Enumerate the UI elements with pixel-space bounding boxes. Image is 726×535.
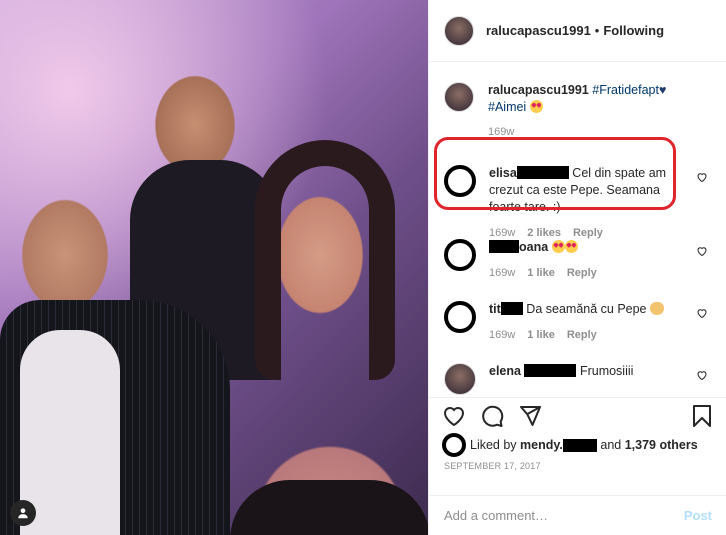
comment-time[interactable]: 169w	[489, 227, 515, 239]
liked-by-label: Liked by	[470, 438, 517, 452]
commenter-username[interactable]: elena	[489, 364, 521, 378]
heart-eyes-emoji-icon	[551, 240, 565, 253]
hashtag-link[interactable]: #Fratidefapt	[592, 83, 659, 97]
photo-shirt	[20, 330, 120, 535]
share-paper-plane-icon[interactable]	[518, 404, 542, 428]
comments-list[interactable]: ralucapascu1991 #Fratidefapt♥ #Aimei 169…	[429, 62, 726, 397]
bookmark-save-icon[interactable]	[690, 404, 714, 428]
post-side-panel: ralucapascu1991 • Following ralucapascu1…	[428, 0, 726, 535]
commenter-username[interactable]: oana	[519, 240, 548, 254]
post-comment-button[interactable]: Post	[684, 508, 712, 523]
action-bar	[429, 397, 726, 433]
comment-likes[interactable]: 1 like	[527, 329, 555, 341]
commenter-username[interactable]: tit	[489, 302, 501, 316]
header-separator: •	[594, 23, 600, 38]
comment-item: tit Da seamănă cu Pepe 169w 1 like Reply	[429, 301, 726, 363]
comment-item: oana 169w 1 like Reply	[429, 239, 726, 301]
blue-heart-emoji-icon: ♥	[658, 83, 667, 97]
post-date[interactable]: SEPTEMBER 17, 2017	[429, 457, 726, 471]
caption-avatar[interactable]	[444, 82, 474, 112]
commenter-avatar[interactable]	[444, 301, 476, 333]
comment-text: Frumosiiii	[579, 364, 634, 378]
redaction-bar	[489, 240, 519, 253]
like-comment-heart-icon[interactable]	[696, 245, 708, 257]
likes-others-link[interactable]: 1,379 others	[625, 438, 698, 452]
heart-eyes-emoji-icon	[564, 240, 578, 253]
comment-likes[interactable]: 2 likes	[527, 227, 561, 239]
redaction-bar	[500, 302, 523, 315]
commenter-avatar[interactable]	[444, 363, 476, 395]
likes-and: and	[600, 438, 622, 452]
cat-emoji-icon	[650, 302, 664, 315]
photo-figure-right	[255, 140, 395, 380]
author-username[interactable]: ralucapascu1991	[486, 23, 591, 38]
user-tag-icon[interactable]	[10, 500, 36, 526]
post-header: ralucapascu1991 • Following	[429, 0, 726, 62]
commenter-avatar[interactable]	[444, 239, 476, 271]
like-comment-heart-icon[interactable]	[696, 369, 708, 381]
heart-eyes-emoji-icon	[529, 100, 543, 113]
comment-time[interactable]: 169w	[489, 329, 515, 341]
comment-bubble-icon[interactable]	[480, 404, 504, 428]
likes-summary: Liked by mendy. and 1,379 others	[429, 433, 726, 457]
comment-likes[interactable]: 1 like	[527, 267, 555, 279]
comment-item: elena Frumosiiii	[429, 363, 726, 397]
like-comment-heart-icon[interactable]	[696, 307, 708, 319]
redaction-bar	[562, 438, 597, 452]
post-photo[interactable]	[0, 0, 428, 535]
photo-dress	[230, 480, 428, 535]
like-comment-heart-icon[interactable]	[696, 171, 708, 183]
liker-avatar[interactable]	[442, 433, 466, 457]
liker-username[interactable]: mendy.	[520, 438, 563, 452]
add-comment-input[interactable]	[444, 508, 684, 523]
reply-button[interactable]: Reply	[567, 267, 597, 279]
reply-button[interactable]: Reply	[573, 227, 603, 239]
reply-button[interactable]: Reply	[567, 329, 597, 341]
highlight-annotation	[434, 137, 676, 210]
caption-username[interactable]: ralucapascu1991	[488, 83, 589, 97]
following-button[interactable]: Following	[603, 23, 664, 38]
hashtag-link[interactable]: #Aimei	[488, 100, 526, 114]
comment-time[interactable]: 169w	[489, 267, 515, 279]
comment-text: Da seamănă cu Pepe	[526, 302, 647, 316]
like-heart-icon[interactable]	[442, 404, 466, 428]
redaction-bar	[524, 364, 577, 377]
add-comment-bar: Post	[429, 495, 726, 535]
author-avatar[interactable]	[444, 15, 474, 46]
